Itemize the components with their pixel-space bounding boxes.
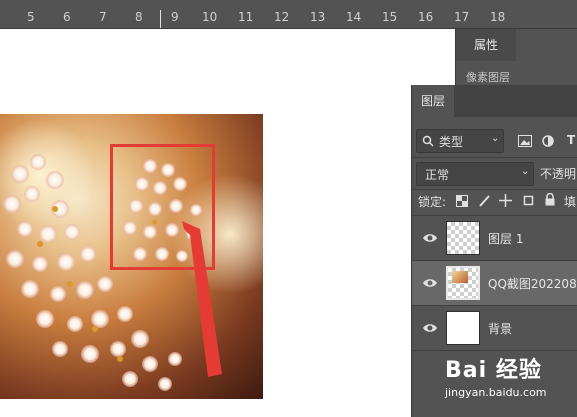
fill-label: 填 [564,195,577,209]
ruler-label: 15 [382,10,398,24]
eye-icon[interactable] [422,230,438,246]
layer-thumbnail [446,221,480,255]
layer-filter-select[interactable]: 类型 ⌄ [416,129,504,153]
ruler-label: 5 [27,10,35,24]
layer-name: 图层 1 [488,232,524,246]
properties-panel: 属性 像素图层 [455,29,577,89]
image-filter-icon[interactable] [518,135,532,147]
ruler-label: 13 [310,10,326,24]
ruler-label: 8 [135,10,143,24]
layer-thumbnail [446,266,480,300]
layer-name: QQ截图20220802 [488,277,577,291]
eye-icon[interactable] [422,320,438,336]
divider [412,189,577,190]
move-icon[interactable] [499,194,512,207]
watermark-brand: Bai 经验 [445,358,542,383]
tab-layers[interactable]: 图层 [412,85,454,117]
divider [412,350,577,351]
ruler-marker [160,10,161,28]
ruler-label: 18 [490,10,506,24]
blend-mode-label: 正常 [425,168,450,182]
search-icon [422,135,434,147]
brush-icon[interactable] [478,195,490,207]
layer-row[interactable]: 图层 1 [412,216,577,260]
ruler-label: 7 [99,10,107,24]
properties-subtitle: 像素图层 [466,71,510,84]
ruler-label: 11 [238,10,254,24]
lock-transparent-icon[interactable] [456,195,468,207]
layers-tabbar: 图层 [412,85,577,117]
type-filter-icon[interactable]: T [567,133,575,147]
layer-row[interactable]: QQ截图20220802 [412,261,577,305]
artboard-icon[interactable] [522,194,535,207]
blend-mode-select[interactable]: 正常 ⌄ [416,162,534,186]
ruler-label: 10 [202,10,218,24]
chevron-down-icon: ⌄ [521,166,530,177]
lock-label: 锁定: [418,195,447,209]
horizontal-ruler[interactable]: 5 6 7 8 9 10 11 12 13 14 15 16 17 18 [0,0,577,29]
ruler-label: 9 [171,10,179,24]
ruler-label: 6 [63,10,71,24]
ruler-label: 16 [418,10,434,24]
opacity-label: 不透明 [540,167,577,181]
layer-name: 背景 [488,322,513,336]
filter-kind-label: 类型 [439,135,464,149]
baidu-watermark: Bai 经验 jingyan.baidu.com [445,352,547,399]
eye-icon[interactable] [422,275,438,291]
ruler-label: 17 [454,10,470,24]
ruler-label: 14 [346,10,362,24]
chevron-down-icon: ⌄ [491,133,500,144]
layer-row[interactable]: 背景 [412,306,577,350]
tab-properties[interactable]: 属性 [456,29,516,61]
divider [412,157,577,158]
image-thumbnail [452,271,468,283]
ruler-label: 12 [274,10,290,24]
adjustment-filter-icon[interactable] [542,135,554,147]
layer-thumbnail [446,311,480,345]
watermark-url: jingyan.baidu.com [445,386,547,399]
lock-icon[interactable] [545,193,555,206]
